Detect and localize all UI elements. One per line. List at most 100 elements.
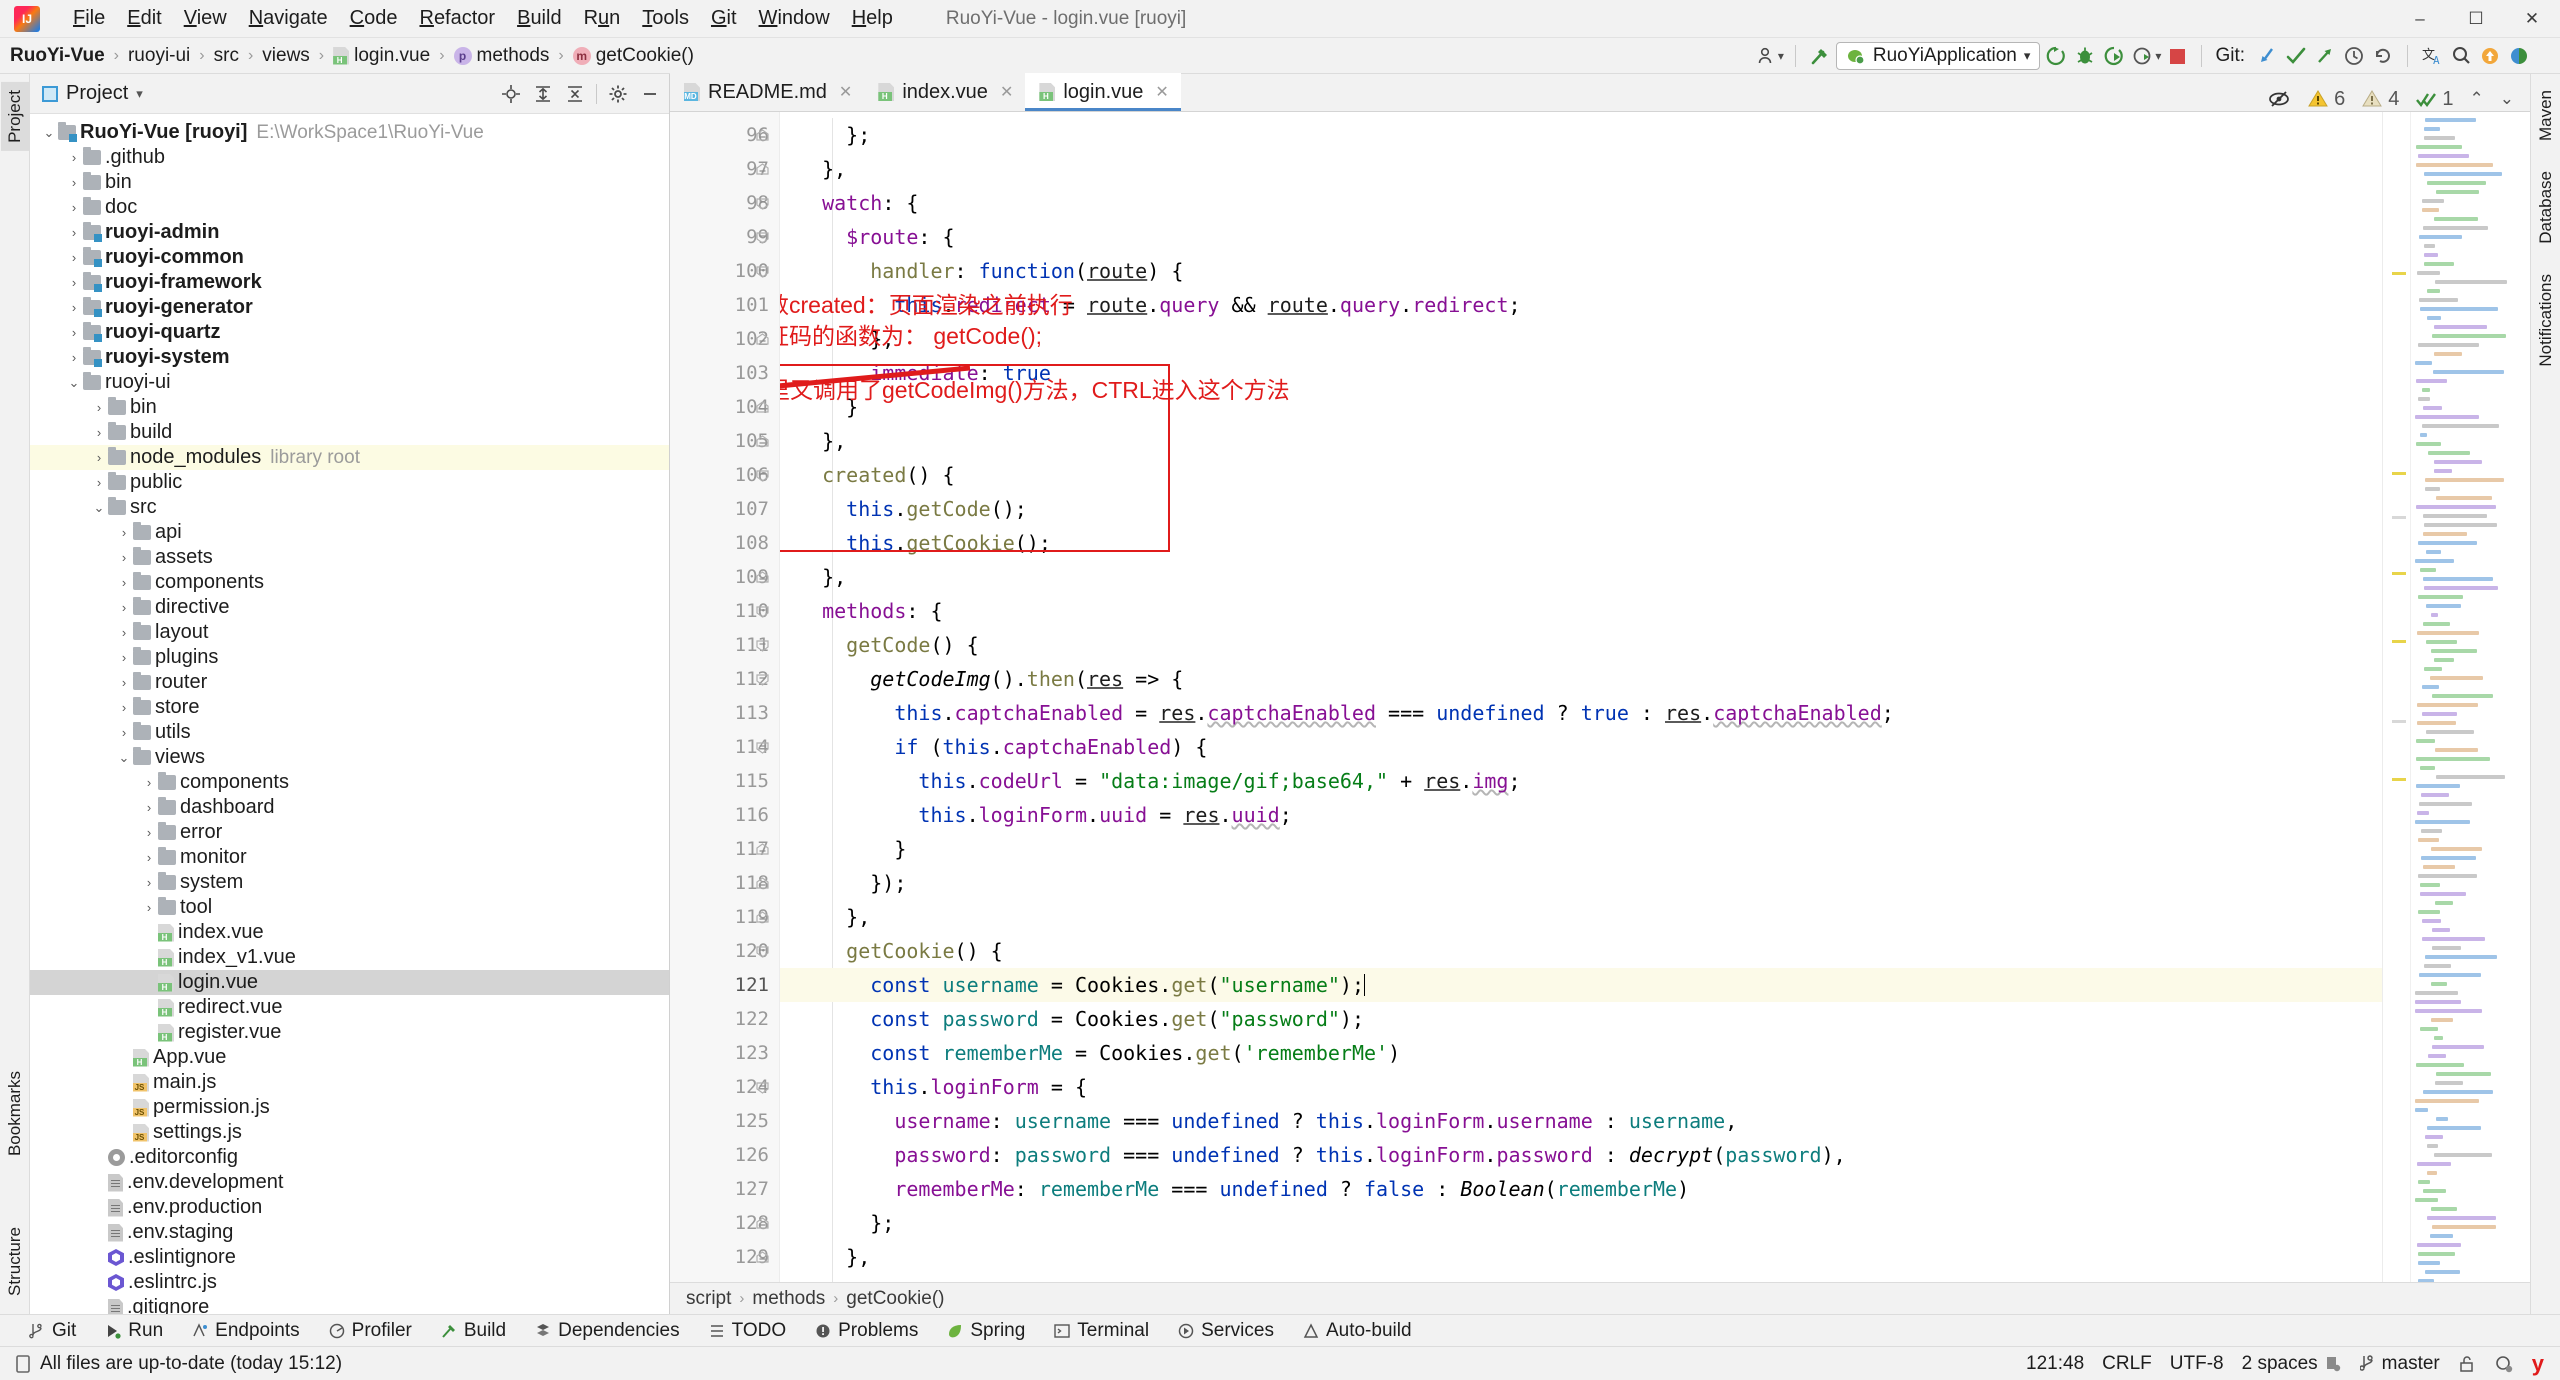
tree-node-.env.production[interactable]: .env.production (30, 1195, 669, 1220)
fold-end-icon[interactable] (745, 152, 779, 186)
chevron-right-icon[interactable]: › (65, 150, 83, 165)
build-hammer-icon[interactable] (1807, 43, 1833, 69)
tree-node-monitor[interactable]: › monitor (30, 845, 669, 870)
fold-end-icon[interactable] (745, 832, 779, 866)
footer-breadcrumb-item-getcookie[interactable]: getCookie() (846, 1288, 944, 1310)
fold-start-icon[interactable] (745, 594, 779, 628)
sidebar-item-bookmarks[interactable]: Bookmarks (1, 1063, 29, 1164)
code-line[interactable]: methods: { (780, 594, 2382, 628)
sidebar-item-database[interactable]: Database (2532, 163, 2560, 252)
close-tab-icon[interactable]: ✕ (1000, 82, 1013, 102)
fold-start-icon[interactable] (745, 1070, 779, 1104)
code-line[interactable]: watch: { (780, 186, 2382, 220)
chevron-right-icon[interactable]: › (140, 900, 158, 915)
chevron-right-icon[interactable]: › (115, 725, 133, 740)
fold-start-icon[interactable] (745, 662, 779, 696)
editor-footer-breadcrumb[interactable]: script › methods › getCookie() (670, 1282, 2530, 1314)
tree-node-.env.staging[interactable]: .env.staging (30, 1220, 669, 1245)
tree-node-index.vue[interactable]: Hindex.vue (30, 920, 669, 945)
menu-item-window[interactable]: Window (748, 5, 841, 32)
close-button[interactable]: ✕ (2504, 0, 2560, 38)
bottom-tool-terminal[interactable]: Terminal (1039, 1320, 1163, 1342)
tree-node-ruoyicommon[interactable]: › ruoyi-common (30, 245, 669, 270)
bottom-tool-git[interactable]: Git (14, 1320, 90, 1342)
chevron-right-icon[interactable]: › (65, 200, 83, 215)
code-line[interactable]: this.codeUrl = "data:image/gif;base64," … (780, 764, 2382, 798)
menu-item-code[interactable]: Code (339, 5, 409, 32)
close-tab-icon[interactable]: ✕ (839, 82, 852, 102)
git-history-icon[interactable] (2341, 43, 2367, 69)
editor-tab-indexvue[interactable]: Hindex.vue ✕ (864, 73, 1026, 111)
tree-node-store[interactable]: › store (30, 695, 669, 720)
code-line[interactable]: }; (780, 1206, 2382, 1240)
footer-breadcrumb-item-script[interactable]: script (686, 1288, 731, 1310)
fold-start-icon[interactable] (745, 220, 779, 254)
fold-start-icon[interactable] (745, 730, 779, 764)
chevron-right-icon[interactable]: › (140, 775, 158, 790)
menu-item-run[interactable]: Run (573, 5, 632, 32)
chevron-right-icon[interactable]: › (115, 525, 133, 540)
menu-item-refactor[interactable]: Refactor (408, 5, 506, 32)
yandex-icon[interactable]: у (2532, 1351, 2544, 1377)
tree-node-permission.js[interactable]: JS permission.js (30, 1095, 669, 1120)
breadcrumb-item-src[interactable]: src (212, 44, 241, 68)
breadcrumb-item-getcookie[interactable]: m getCookie() (571, 44, 696, 68)
code-line[interactable]: rememberMe: rememberMe === undefined ? f… (780, 1172, 2382, 1206)
tree-node-ruoyiui[interactable]: ⌄ ruoyi-ui (30, 370, 669, 395)
tree-node-assets[interactable]: › assets (30, 545, 669, 570)
prev-problem-icon[interactable]: ⌃ (2470, 89, 2484, 109)
code-line[interactable]: getCodeImg().then(res => { (780, 662, 2382, 696)
project-tree[interactable]: ⌄ RuoYi-Vue [ruoyi] E:\WorkSpace1\RuoYi-Vu… (30, 114, 669, 1314)
settings-gear-icon[interactable] (607, 83, 629, 105)
ide-icon[interactable] (2506, 43, 2532, 69)
bottom-tool-dependencies[interactable]: Dependencies (520, 1320, 693, 1342)
code-line[interactable]: const username = Cookies.get("username")… (780, 968, 2382, 1002)
code-line[interactable]: handler: function(route) { (780, 254, 2382, 288)
chevron-right-icon[interactable]: › (90, 475, 108, 490)
menu-item-file[interactable]: File (62, 5, 116, 32)
fold-start-icon[interactable] (745, 254, 779, 288)
tree-node-ruoyigenerator[interactable]: › ruoyi-generator (30, 295, 669, 320)
code-line[interactable]: getCode() { (780, 628, 2382, 662)
code-line[interactable]: this.loginForm.uuid = res.uuid; (780, 798, 2382, 832)
minimize-button[interactable]: – (2392, 0, 2448, 38)
code-line[interactable]: username: username === undefined ? this.… (780, 1104, 2382, 1138)
tree-node-utils[interactable]: › utils (30, 720, 669, 745)
bottom-tool-problems[interactable]: Problems (800, 1320, 932, 1342)
breadcrumb-item-ruoyivue[interactable]: RuoYi-Vue (8, 44, 107, 68)
code-line[interactable]: }, (780, 152, 2382, 186)
sidebar-item-project[interactable]: Project (0, 82, 29, 151)
tree-node-login.vue[interactable]: Hlogin.vue (30, 970, 669, 995)
code-line[interactable]: }); (780, 866, 2382, 900)
tree-node-bin[interactable]: › bin (30, 170, 669, 195)
tree-node-dashboard[interactable]: › dashboard (30, 795, 669, 820)
code-line[interactable]: this.getCookie(); (780, 526, 2382, 560)
editor-tab-loginvue[interactable]: Hlogin.vue ✕ (1025, 73, 1182, 111)
tree-node-register.vue[interactable]: Hregister.vue (30, 1020, 669, 1045)
menu-item-git[interactable]: Git (700, 5, 748, 32)
chevron-right-icon[interactable]: › (115, 675, 133, 690)
tree-node-plugins[interactable]: › plugins (30, 645, 669, 670)
fold-end-icon[interactable] (745, 1206, 779, 1240)
editor-minimap[interactable] (2410, 112, 2530, 1282)
menu-item-navigate[interactable]: Navigate (238, 5, 339, 32)
git-commit-icon[interactable] (2283, 43, 2309, 69)
breadcrumb-item-ruoyiui[interactable]: ruoyi-ui (126, 44, 192, 68)
tree-node-components[interactable]: › components (30, 570, 669, 595)
chevron-down-icon[interactable]: ⌄ (40, 125, 58, 141)
chevron-down-icon[interactable]: ⌄ (65, 375, 83, 391)
chevron-right-icon[interactable]: › (115, 650, 133, 665)
chevron-down-icon[interactable]: ⌄ (115, 750, 133, 766)
tree-node-build[interactable]: › build (30, 420, 669, 445)
git-rollback-icon[interactable] (2370, 43, 2396, 69)
fold-start-icon[interactable] (745, 934, 779, 968)
tree-node-components[interactable]: › components (30, 770, 669, 795)
next-problem-icon[interactable]: ⌄ (2500, 89, 2514, 109)
line-separator[interactable]: CRLF (2102, 1353, 2152, 1375)
code-line[interactable]: } (780, 832, 2382, 866)
chevron-right-icon[interactable]: › (90, 400, 108, 415)
bottom-tool-profiler[interactable]: Profiler (314, 1320, 426, 1342)
locate-icon[interactable] (500, 83, 522, 105)
tree-node-src[interactable]: ⌄ src (30, 495, 669, 520)
editor-tab-readmemd[interactable]: MD README.md ✕ (670, 73, 865, 111)
